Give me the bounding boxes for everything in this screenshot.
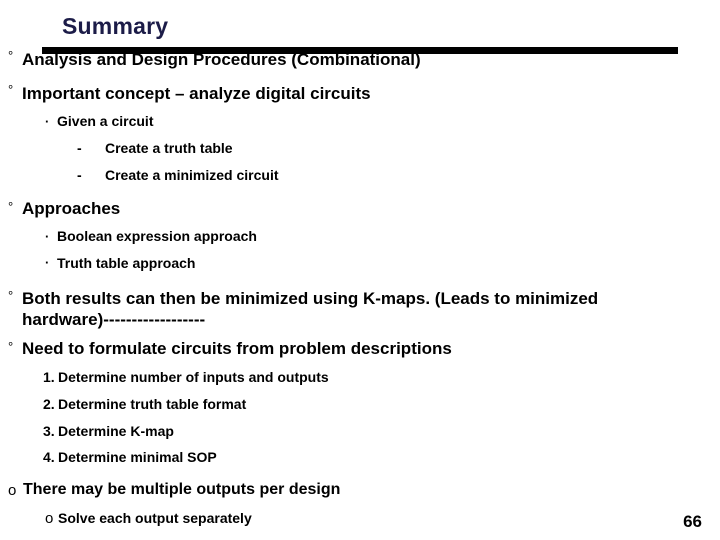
numbered-item-marker-3: 3. — [43, 423, 55, 439]
bullet-marker-degree: ° — [8, 288, 14, 303]
slide-canvas: Summary ° Analysis and Design Procedures… — [0, 0, 720, 540]
bullet-marker-degree: ° — [8, 48, 14, 63]
bullet-text-approaches: Approaches — [22, 199, 121, 218]
bullet-text-both-results-line2: hardware)------------------ — [22, 310, 206, 329]
numbered-item-marker-4: 4. — [43, 449, 55, 465]
bullet-marker-o: o — [8, 482, 17, 499]
bullet-text-boolean-expression-approach: Boolean expression approach — [57, 228, 257, 244]
bullet-text-truth-table-approach: Truth table approach — [57, 255, 196, 271]
bullet-marker-dash: - — [77, 167, 82, 183]
bullet-text-create-truth-table: Create a truth table — [105, 140, 233, 156]
bullet-marker-degree: ° — [8, 82, 14, 97]
bullet-marker-o: o — [45, 510, 54, 527]
numbered-item-marker-2: 2. — [43, 396, 55, 412]
bullet-marker-dot: · — [45, 229, 50, 244]
numbered-item-text-3: Determine K-map — [58, 423, 174, 439]
bullet-marker-dot: · — [45, 114, 50, 129]
bullet-text-multiple-outputs-per-design: There may be multiple outputs per design — [23, 481, 341, 498]
bullet-marker-degree: ° — [8, 339, 14, 354]
bullet-text-need-to-formulate-circuits: Need to formulate circuits from problem … — [22, 339, 452, 358]
numbered-item-marker-1: 1. — [43, 369, 55, 385]
title-divider-rule — [42, 47, 678, 54]
bullet-marker-dash: - — [77, 140, 82, 156]
numbered-item-text-2: Determine truth table format — [58, 396, 247, 412]
bullet-text-both-results-line1: Both results can then be minimized using… — [22, 289, 599, 308]
bullet-marker-degree: ° — [8, 199, 14, 214]
numbered-item-text-4: Determine minimal SOP — [58, 449, 217, 465]
bullet-text-given-a-circuit: Given a circuit — [57, 113, 154, 129]
numbered-item-text-1: Determine number of inputs and outputs — [58, 369, 329, 385]
page-title: Summary — [62, 13, 169, 39]
bullet-text-important-concept: Important concept – analyze digital circ… — [22, 84, 371, 103]
bullet-marker-dot: · — [45, 255, 50, 270]
page-number: 66 — [683, 512, 702, 531]
bullet-text-create-minimized-circuit: Create a minimized circuit — [105, 167, 279, 183]
bullet-text-solve-each-output-separately: Solve each output separately — [58, 510, 252, 526]
